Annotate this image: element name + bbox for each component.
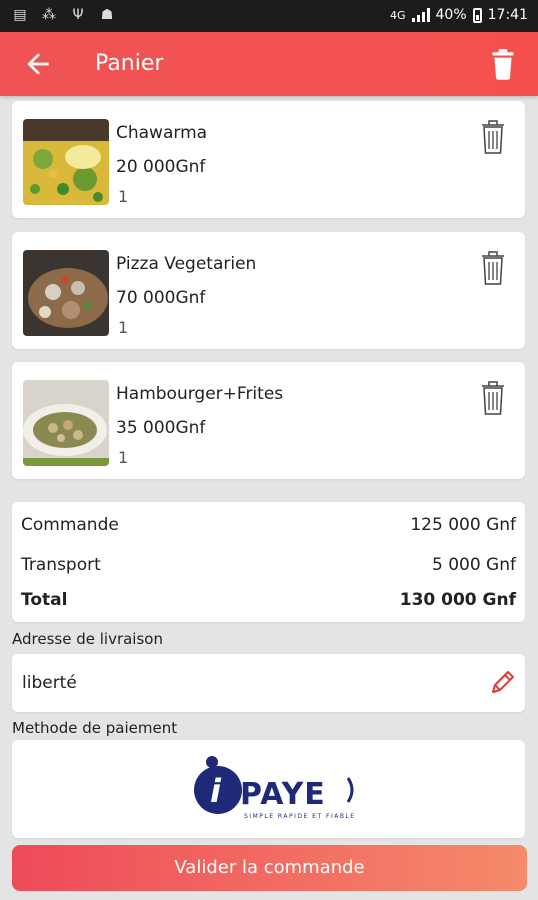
total-value: 130 000 Gnf xyxy=(399,590,516,610)
summary-row-total: Total 130 000 Gnf xyxy=(21,590,516,610)
delete-item-icon[interactable] xyxy=(479,249,507,287)
address-section-label: Adresse de livraison xyxy=(12,630,163,648)
validate-order-button[interactable]: Valider la commande xyxy=(12,845,527,891)
dialpad-icon: ⁂ xyxy=(42,7,56,23)
delete-item-icon[interactable] xyxy=(479,118,507,156)
order-value: 125 000 Gnf xyxy=(410,515,516,535)
signal-icon xyxy=(411,8,430,22)
notification-icon: ▤ xyxy=(13,7,27,23)
clear-cart-trash-icon[interactable] xyxy=(490,48,516,80)
edit-pencil-icon[interactable] xyxy=(487,668,517,698)
svg-text:i: i xyxy=(210,772,222,810)
item-price: 20 000Gnf xyxy=(116,157,206,177)
item-quantity: 1 xyxy=(118,448,129,467)
ipaye-logo: i PAYE SIMPLE RAPIDE ET FIABLE xyxy=(194,756,356,820)
app-bar: Panier xyxy=(0,32,538,96)
order-summary: Commande 125 000 Gnf Transport 5 000 Gnf… xyxy=(12,502,525,622)
item-quantity: 1 xyxy=(118,187,129,206)
summary-row-order: Commande 125 000 Gnf xyxy=(21,515,516,535)
transport-value: 5 000 Gnf xyxy=(431,555,516,575)
page-title: Panier xyxy=(95,51,164,76)
pizza-thumbnail xyxy=(23,250,109,336)
payment-method-ipaye[interactable]: i PAYE SIMPLE RAPIDE ET FIABLE xyxy=(12,740,525,838)
item-quantity: 1 xyxy=(118,318,129,337)
network-type: 4G xyxy=(389,8,406,22)
battery-percent: 40% xyxy=(435,7,467,23)
svg-text:SIMPLE RAPIDE ET FIABLE: SIMPLE RAPIDE ET FIABLE xyxy=(244,813,356,820)
cart-item: Hambourger+Frites 35 000Gnf 1 xyxy=(12,362,525,479)
chawarma-thumbnail xyxy=(23,119,109,205)
clock: 17:41 xyxy=(487,7,528,23)
status-bar: ▤ ⁂ Ψ ☗ 4G 40% 17:41 xyxy=(0,0,538,32)
burger-thumbnail xyxy=(23,380,109,466)
item-name: Hambourger+Frites xyxy=(116,384,284,404)
address-value: liberté xyxy=(22,673,77,693)
transport-label: Transport xyxy=(21,555,101,575)
total-label: Total xyxy=(21,590,68,610)
android-icon: ☗ xyxy=(100,7,114,23)
item-price: 35 000Gnf xyxy=(116,418,206,438)
item-name: Chawarma xyxy=(116,123,208,143)
cart-item: Chawarma 20 000Gnf 1 xyxy=(12,101,525,218)
payment-section-label: Methode de paiement xyxy=(12,719,178,737)
battery-icon xyxy=(472,7,482,23)
usb-icon: Ψ xyxy=(72,7,84,23)
summary-row-transport: Transport 5 000 Gnf xyxy=(21,555,516,575)
delete-item-icon[interactable] xyxy=(479,379,507,417)
address-field[interactable]: liberté xyxy=(12,654,525,712)
back-arrow-icon[interactable] xyxy=(22,48,54,80)
svg-text:PAYE: PAYE xyxy=(240,777,326,812)
item-name: Pizza Vegetarien xyxy=(116,254,257,274)
item-price: 70 000Gnf xyxy=(116,288,206,308)
cart-item: Pizza Vegetarien 70 000Gnf 1 xyxy=(12,232,525,349)
order-label: Commande xyxy=(21,515,119,535)
